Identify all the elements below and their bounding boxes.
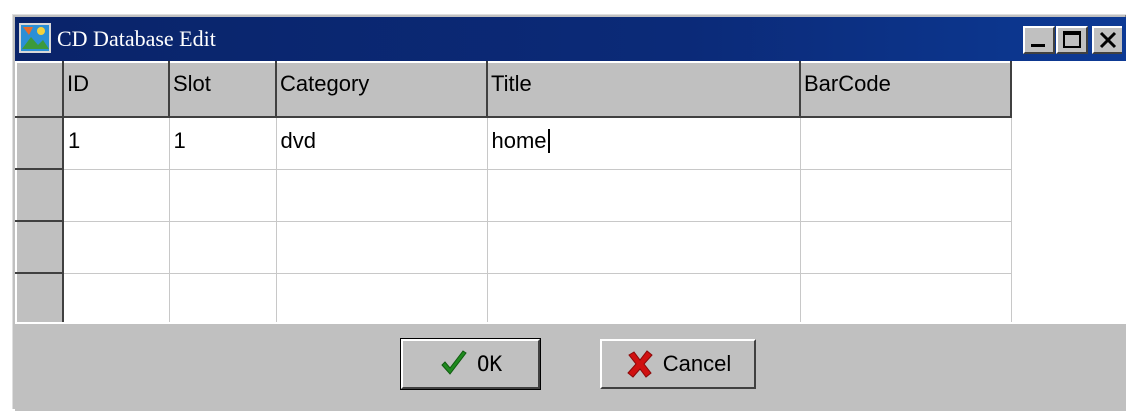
button-panel: OK Cancel xyxy=(15,322,1126,411)
ok-button-label: OK xyxy=(476,352,503,376)
cell-slot[interactable] xyxy=(169,221,277,274)
cell-barcode[interactable] xyxy=(800,169,1012,222)
cell-title-text: home xyxy=(491,128,547,153)
column-header-title[interactable]: Title xyxy=(486,61,801,118)
cell-slot[interactable] xyxy=(169,273,277,322)
header-row: ID Slot Category Title BarCode xyxy=(15,61,1012,118)
cell-slot[interactable] xyxy=(169,169,277,222)
close-button[interactable] xyxy=(1092,26,1122,54)
data-grid[interactable]: ID Slot Category Title BarCode 1 1 dvd h… xyxy=(15,61,1126,322)
cell-category[interactable]: dvd xyxy=(276,117,488,170)
cd-database-edit-window: CD Database Edit ID Slot Category Title … xyxy=(12,14,1126,411)
cell-barcode[interactable] xyxy=(800,117,1012,170)
cell-category[interactable] xyxy=(276,273,488,322)
cell-barcode[interactable] xyxy=(800,221,1012,274)
table-row xyxy=(15,168,1012,222)
cancel-button-label: Cancel xyxy=(662,351,732,376)
row-indicator[interactable] xyxy=(15,220,64,274)
table-row xyxy=(15,220,1012,274)
corner-cell[interactable] xyxy=(15,61,64,118)
cd-table: ID Slot Category Title BarCode 1 1 dvd h… xyxy=(15,61,1012,322)
cancel-button[interactable]: Cancel xyxy=(600,339,756,389)
row-indicator[interactable] xyxy=(15,168,64,222)
title-bar[interactable]: CD Database Edit xyxy=(15,17,1126,61)
checkmark-icon xyxy=(441,350,467,375)
cell-title[interactable] xyxy=(487,221,801,274)
cell-category[interactable] xyxy=(276,221,488,274)
cell-title-editing[interactable]: home xyxy=(487,117,801,170)
maximize-icon xyxy=(1063,31,1081,48)
column-header-category[interactable]: Category xyxy=(275,61,488,118)
row-indicator[interactable] xyxy=(15,272,64,322)
ok-button[interactable]: OK xyxy=(400,338,541,390)
cell-id[interactable] xyxy=(63,169,170,222)
column-header-barcode[interactable]: BarCode xyxy=(799,61,1012,118)
text-caret xyxy=(547,129,550,153)
column-header-id[interactable]: ID xyxy=(62,61,170,118)
table-row xyxy=(15,272,1012,322)
cell-id[interactable]: 1 xyxy=(63,117,170,170)
cell-slot[interactable]: 1 xyxy=(169,117,277,170)
minimize-button[interactable] xyxy=(1023,26,1055,54)
maximize-button[interactable] xyxy=(1056,26,1088,54)
window-title: CD Database Edit xyxy=(57,26,216,51)
cell-barcode[interactable] xyxy=(800,273,1012,322)
cell-category[interactable] xyxy=(276,169,488,222)
row-indicator[interactable] xyxy=(15,116,64,170)
column-header-slot[interactable]: Slot xyxy=(168,61,277,118)
cd-database-icon[interactable] xyxy=(19,23,51,53)
table-row: 1 1 dvd home xyxy=(15,116,1012,170)
cell-title[interactable] xyxy=(487,273,801,322)
close-icon xyxy=(1099,31,1117,49)
cell-id[interactable] xyxy=(63,273,170,322)
red-x-icon xyxy=(627,350,653,378)
cell-title[interactable] xyxy=(487,169,801,222)
cell-id[interactable] xyxy=(63,221,170,274)
minimize-icon xyxy=(1031,44,1045,47)
